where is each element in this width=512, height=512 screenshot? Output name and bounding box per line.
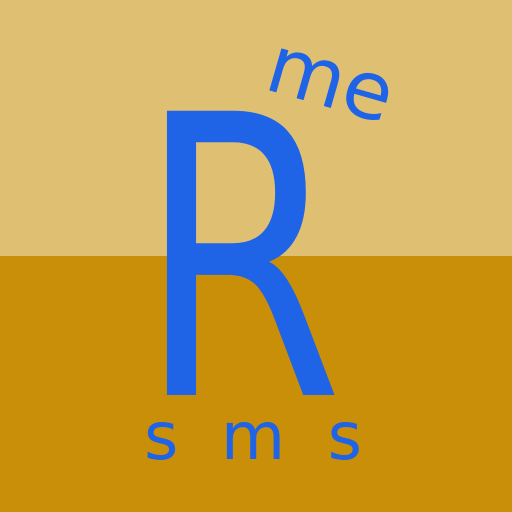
logo-graphic: R me s m s <box>138 17 405 487</box>
app-icon: R me s m s <box>0 0 512 512</box>
logo-subtitle-text: s m s <box>144 398 362 475</box>
